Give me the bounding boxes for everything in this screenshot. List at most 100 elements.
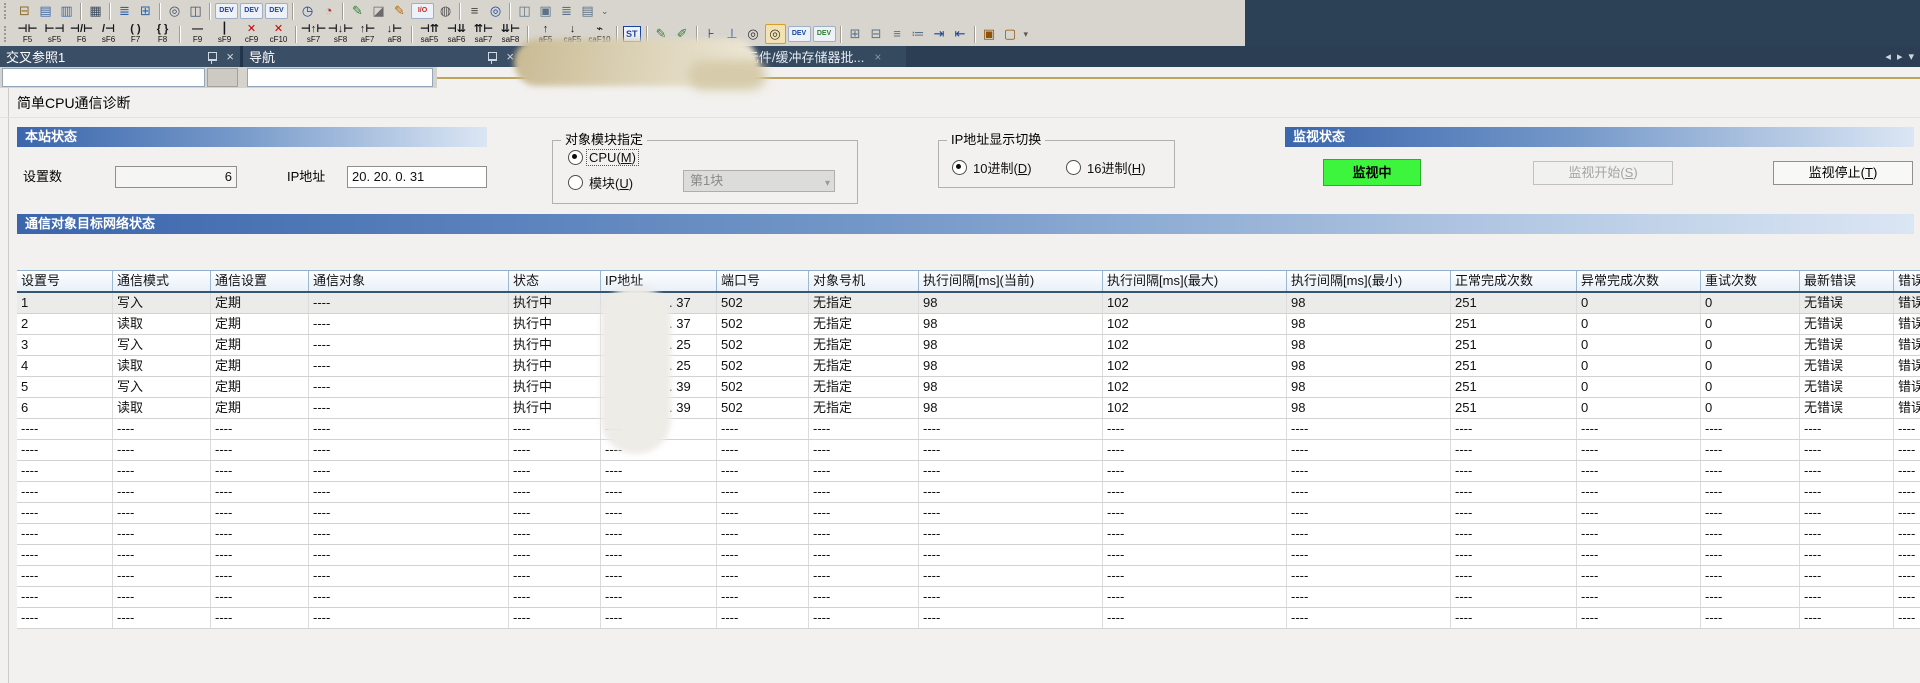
table-row[interactable]: 2读取定期----执行中. 37502无指定981029825100无错误错误详…	[17, 314, 1920, 335]
ladder-block-insert-icon[interactable]: ▣	[980, 25, 999, 43]
decimal-radio[interactable]: 10进制(D)	[952, 158, 1034, 177]
device-search-icon[interactable]: ◎	[744, 25, 763, 43]
cell: ----	[17, 608, 113, 628]
ladder-editor-icon[interactable]: ≣	[115, 2, 134, 20]
table-row[interactable]: ----------------------------------------…	[17, 587, 1920, 608]
cell: 5	[17, 377, 113, 397]
device-comment-icon[interactable]: DEV	[215, 3, 238, 19]
panel-title-cross-reference[interactable]: 交叉参照1 ×	[0, 46, 240, 67]
close-icon[interactable]: ×	[506, 50, 514, 63]
table-row[interactable]: 4读取定期----执行中. 25502无指定981029825100无错误错误详…	[17, 356, 1920, 377]
parameter-edit-icon[interactable]: ✎	[348, 2, 367, 20]
module-radio[interactable]: 模块(U)	[568, 173, 635, 192]
table-row[interactable]: 6读取定期----执行中. 39502无指定981029825100无错误错误详…	[17, 398, 1920, 419]
ladder-saf8-button[interactable]: ⇊⊢saF8	[497, 24, 524, 44]
module-configuration-icon[interactable]: ▦	[86, 2, 105, 20]
ladder-af8-button[interactable]: ↓⊢aF8	[381, 24, 408, 44]
table-row[interactable]: ----------------------------------------…	[17, 482, 1920, 503]
tab-menu-icon[interactable]: ▾	[1908, 50, 1914, 63]
zoom-search-icon[interactable]: ◎	[486, 2, 505, 20]
cross-reference-list[interactable]	[2, 68, 205, 87]
monitor-stop-button[interactable]: 监视停止(T)	[1773, 161, 1913, 185]
ladder-sf9-button[interactable]: ⎮sF9	[211, 24, 238, 44]
ladder-cf9-button[interactable]: ✕cF9	[238, 24, 265, 44]
navigation-tree[interactable]	[247, 68, 433, 87]
ladder-f7-button[interactable]: ( )F7	[122, 24, 149, 44]
monitor-start-watch-icon[interactable]: ◷	[298, 2, 317, 20]
window-tile-icon[interactable]: ▣	[536, 2, 555, 20]
ladder-f5-button[interactable]: ⊣⊢F5	[14, 24, 41, 44]
cpu-radio[interactable]: CPU(M)	[568, 150, 638, 165]
table-row[interactable]: ----------------------------------------…	[17, 440, 1920, 461]
device-grid-icon[interactable]: ⊞	[136, 2, 155, 20]
window-list-icon[interactable]: ≣	[557, 2, 576, 20]
ladder-cf10-button[interactable]: ✕cF10	[265, 24, 292, 44]
scroll-left-icon[interactable]: ◂	[1885, 50, 1891, 63]
toolbar-drag-handle[interactable]	[4, 3, 10, 19]
scrollbar[interactable]	[207, 68, 238, 87]
table-row[interactable]: ----------------------------------------…	[17, 524, 1920, 545]
plc-write-icon[interactable]: ▥	[57, 2, 76, 20]
table-row[interactable]: 1写入定期----执行中. 37502无指定981029825100无错误错误详…	[17, 293, 1920, 314]
ladder-saf6-button[interactable]: ⊣⇊saF6	[443, 24, 470, 44]
find-replace-icon[interactable]: ◫	[186, 2, 205, 20]
cell: 98	[1287, 293, 1451, 313]
cell: ----	[113, 545, 211, 565]
ladder-f6-button[interactable]: ⊣/⊢F6	[68, 24, 95, 44]
ladder-f8-button[interactable]: { }F8	[149, 24, 176, 44]
close-icon[interactable]: ×	[874, 50, 881, 64]
table-row[interactable]: 3写入定期----执行中. 25502无指定981029825100无错误错误详…	[17, 335, 1920, 356]
io-assignment-icon[interactable]: I/O	[411, 3, 434, 19]
cell: ----	[211, 608, 309, 628]
device-display-on-icon[interactable]: DEV	[788, 26, 811, 42]
toolbar-overflow-icon[interactable]: ⌄	[601, 6, 609, 17]
table-row[interactable]: 5写入定期----执行中. 39502无指定981029825100无错误错误详…	[17, 377, 1920, 398]
pin-icon[interactable]	[488, 52, 497, 61]
table-row[interactable]: ----------------------------------------…	[17, 419, 1920, 440]
monitor-start-button[interactable]: 监视开始(S)	[1533, 161, 1673, 185]
toolbar-drag-handle[interactable]	[4, 26, 10, 42]
align-statement-icon[interactable]: ≡	[888, 25, 907, 43]
monitor-stop-watch-icon[interactable]: ◔	[319, 2, 338, 20]
statement-list-icon[interactable]: ≡	[465, 2, 484, 20]
table-row[interactable]: ----------------------------------------…	[17, 461, 1920, 482]
device-reference-icon[interactable]: DEV	[265, 3, 288, 19]
module-select-dropdown[interactable]: 第1块 ▾	[683, 170, 835, 192]
jump-previous-icon[interactable]: ⇤	[951, 25, 970, 43]
device-batch-monitor-icon[interactable]: DEV	[240, 3, 263, 19]
ladder-sf8-button[interactable]: ⊣↓⊢sF8	[327, 24, 354, 44]
table-row[interactable]: ----------------------------------------…	[17, 545, 1920, 566]
ladder-af7-button[interactable]: ↑⊢aF7	[354, 24, 381, 44]
table-row[interactable]: ----------------------------------------…	[17, 566, 1920, 587]
insert-row-icon[interactable]: ⊞	[846, 25, 865, 43]
jump-next-icon[interactable]: ⇥	[930, 25, 949, 43]
scroll-right-icon[interactable]: ▸	[1897, 50, 1903, 63]
cross-reference-window-icon[interactable]: ◎	[765, 24, 786, 44]
ladder-sf6-button[interactable]: /⊣sF6	[95, 24, 122, 44]
panel-title-navigation[interactable]: 导航 ×	[243, 46, 520, 67]
project-tree-icon[interactable]: ⊟	[15, 2, 34, 20]
hexadecimal-radio[interactable]: 16进制(H)	[1066, 158, 1148, 177]
note-edit-icon[interactable]: ✎	[390, 2, 409, 20]
window-cascade-icon[interactable]: ◫	[515, 2, 534, 20]
cell: ----	[1451, 566, 1577, 586]
table-row[interactable]: ----------------------------------------…	[17, 608, 1920, 629]
find-icon[interactable]: ◎	[165, 2, 184, 20]
close-icon[interactable]: ×	[226, 50, 234, 63]
table-row[interactable]: ----------------------------------------…	[17, 503, 1920, 524]
ladder-saf5-button[interactable]: ⊣⇈saF5	[416, 24, 443, 44]
ladder-f9-button[interactable]: —F9	[184, 24, 211, 44]
ladder-sf5-button[interactable]: ⊢⊣sF5	[41, 24, 68, 44]
delete-row-icon[interactable]: ⊟	[867, 25, 886, 43]
device-display-off-icon[interactable]: DEV	[813, 26, 836, 42]
ladder-sf7-button[interactable]: ⊣↑⊢sF7	[300, 24, 327, 44]
plc-read-icon[interactable]: ▤	[36, 2, 55, 20]
align-note-icon[interactable]: ≔	[909, 25, 928, 43]
ladder-saf7-button[interactable]: ⇈⊢saF7	[470, 24, 497, 44]
ladder-block-delete-icon[interactable]: ▢	[1001, 25, 1020, 43]
pin-icon[interactable]	[208, 52, 217, 61]
program-verify-icon[interactable]: ◪	[369, 2, 388, 20]
toolbar-overflow-icon[interactable]: ▾	[1024, 29, 1029, 40]
options-icon[interactable]: ◍	[436, 2, 455, 20]
docking-layout-icon[interactable]: ▤	[578, 2, 597, 20]
